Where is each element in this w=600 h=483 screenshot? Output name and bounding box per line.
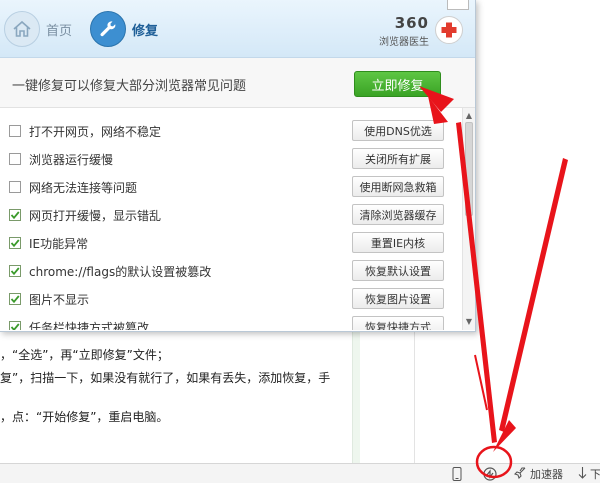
panel-subtitle: 一键修复可以修复大部分浏览器常见问题 (12, 79, 247, 94)
accelerator-label: 加速器 (530, 468, 563, 481)
issue-row: 图片不显示 恢复图片设置 (0, 285, 462, 313)
brand-number: 360 (394, 14, 429, 32)
scroll-up-icon[interactable]: ▲ (463, 109, 475, 121)
scroll-thumb[interactable] (465, 122, 473, 216)
download-label: 下 (590, 468, 600, 481)
issue-action-button[interactable]: 恢复图片设置 (352, 288, 444, 309)
browser-status-bar: 加速器 下 (0, 463, 600, 483)
issue-label: 打不开网页，网络不稳定 (29, 125, 162, 139)
home-icon (4, 11, 40, 47)
issue-row: 网页打开缓慢，显示错乱 清除浏览器缓存 (0, 201, 462, 229)
issue-action-button[interactable]: 使用断网急救箱 (352, 176, 444, 197)
issue-label: 网页打开缓慢，显示错乱 (29, 209, 162, 223)
annotation-arrowhead (493, 420, 516, 452)
annotation-stroke (474, 354, 488, 411)
annotation-arrow-shaft (499, 158, 568, 432)
tab-repair-label: 修复 (132, 23, 159, 39)
issue-action-button[interactable]: 恢复默认设置 (352, 260, 444, 281)
medical-cross-icon (435, 16, 463, 44)
issue-row: 浏览器运行缓慢 关闭所有扩展 (0, 145, 462, 173)
article-line: ，“全选”，再“立即修复”文件； (0, 348, 169, 362)
issue-row: IE功能异常 重置IE内核 (0, 229, 462, 257)
panel-header: 首页 修复 360 浏览器医生 (0, 0, 475, 58)
article-content: ，“全选”，再“立即修复”文件； 复”，扫描一下，如果没有就行了，如果有丢失，添… (0, 332, 352, 463)
checkmark-icon (10, 323, 20, 330)
issue-checkbox[interactable] (9, 125, 21, 137)
issue-action-button[interactable]: 关闭所有扩展 (352, 148, 444, 169)
issue-row: 任务栏快捷方式被篡改 恢复快捷方式 (0, 313, 462, 330)
browser-doctor-icon[interactable] (483, 466, 497, 482)
issue-checkbox[interactable] (9, 237, 21, 249)
issue-checkbox[interactable] (9, 153, 21, 165)
checkmark-icon (10, 211, 20, 220)
issue-checkbox[interactable] (9, 265, 21, 277)
issue-label: IE功能异常 (29, 237, 89, 251)
issue-checkbox[interactable] (9, 209, 21, 221)
brand-logo: 360 浏览器医生 (379, 14, 429, 48)
panel-subheader: 一键修复可以修复大部分浏览器常见问题 立即修复 (0, 58, 475, 108)
article-line: 复”，扫描一下，如果没有就行了，如果有丢失，添加恢复，手 (0, 371, 331, 385)
rocket-icon (513, 466, 527, 482)
fix-now-button[interactable]: 立即修复 (354, 71, 441, 97)
checkmark-icon (10, 239, 20, 248)
mobile-icon[interactable] (452, 466, 462, 482)
issue-label: 浏览器运行缓慢 (29, 153, 114, 167)
checkmark-icon (10, 267, 20, 276)
issue-list: 打不开网页，网络不稳定 使用DNS优选浏览器运行缓慢 关闭所有扩展网络无法连接等问题… (0, 108, 462, 330)
download-button[interactable]: 下 (578, 466, 600, 482)
issue-row: chrome://flags的默认设置被篡改 恢复默认设置 (0, 257, 462, 285)
issue-checkbox[interactable] (9, 321, 21, 330)
tab-home-label: 首页 (46, 23, 73, 39)
issue-checkbox[interactable] (9, 181, 21, 193)
issue-action-button[interactable]: 重置IE内核 (352, 232, 444, 253)
issue-label: chrome://flags的默认设置被篡改 (29, 265, 212, 279)
download-arrow-icon (578, 466, 587, 482)
close-button[interactable] (447, 0, 469, 10)
browser-doctor-panel: 首页 修复 360 浏览器医生 一键修复可以修复大部分浏览器常见问题 立即修复 … (0, 0, 476, 332)
issue-action-button[interactable]: 使用DNS优选 (352, 120, 444, 141)
issue-label: 网络无法连接等问题 (29, 181, 138, 195)
checkmark-icon (10, 295, 20, 304)
issue-row: 网络无法连接等问题 使用断网急救箱 (0, 173, 462, 201)
article-line: ，点：“开始修复”，重启电脑。 (0, 410, 169, 424)
accelerator-button[interactable]: 加速器 (513, 466, 563, 482)
issue-action-button[interactable]: 恢复快捷方式 (352, 316, 444, 330)
tab-home[interactable]: 首页 (4, 9, 72, 49)
brand-subtitle: 浏览器医生 (379, 37, 429, 48)
issue-checkbox[interactable] (9, 293, 21, 305)
issue-label: 图片不显示 (29, 293, 90, 307)
issue-label: 任务栏快捷方式被篡改 (29, 321, 150, 330)
page-side-panel (360, 332, 414, 463)
scroll-down-icon[interactable]: ▼ (463, 315, 475, 327)
issue-action-button[interactable]: 清除浏览器缓存 (352, 204, 444, 225)
wrench-icon (90, 11, 126, 47)
tab-repair[interactable]: 修复 (90, 9, 158, 49)
article-side-strip (352, 332, 360, 463)
issue-list-scrollbar[interactable]: ▲ ▼ (462, 108, 475, 330)
issue-row: 打不开网页，网络不稳定 使用DNS优选 (0, 117, 462, 145)
